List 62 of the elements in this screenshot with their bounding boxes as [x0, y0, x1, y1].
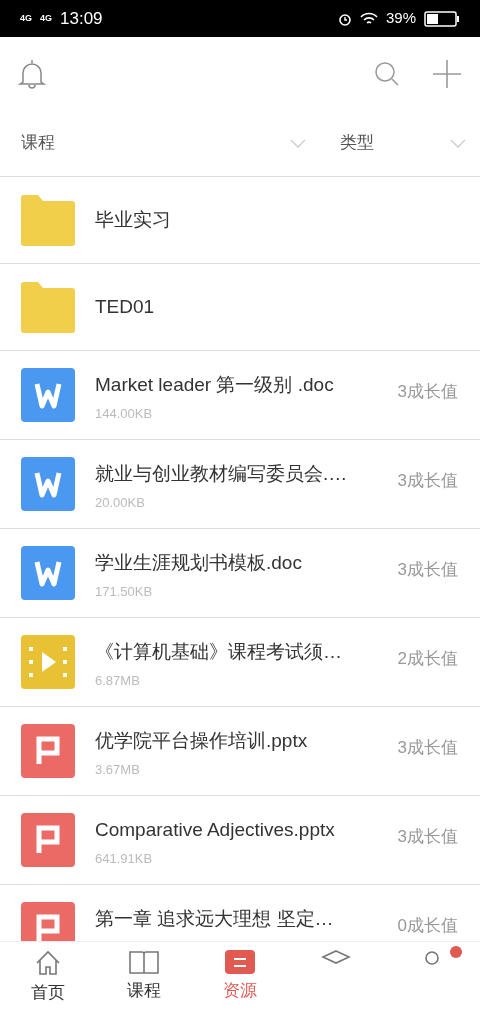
- file-name: 学业生涯规划书模板.doc: [95, 551, 303, 575]
- home-icon: [34, 950, 62, 976]
- file-size: 641.91KB: [95, 849, 154, 868]
- search-icon: [374, 60, 400, 87]
- file-row[interactable]: 《计算机基础》课程考试须… 6.87MB 2成长值: [0, 618, 480, 707]
- drawer-icon: [225, 950, 255, 974]
- search-button[interactable]: [374, 60, 400, 87]
- presentation-file-icon: [21, 813, 75, 867]
- layers-icon: [321, 950, 351, 966]
- growth-points: 2成长值: [397, 648, 458, 670]
- growth-points: 0成长值: [397, 915, 458, 937]
- plus-icon: [432, 58, 462, 89]
- growth-points: 3成长值: [397, 737, 458, 759]
- word-document-icon: [21, 368, 75, 422]
- presentation-file-icon: [21, 724, 75, 778]
- growth-points: 3成长值: [397, 826, 458, 848]
- add-button[interactable]: [432, 58, 462, 89]
- chevron-down-icon: [290, 138, 306, 148]
- word-document-icon: [21, 457, 75, 511]
- folder-icon: [21, 281, 75, 333]
- file-size: 144.00KB: [95, 404, 154, 423]
- signal-label: 4G: [40, 11, 53, 25]
- word-document-icon: [21, 546, 75, 600]
- file-name: 毕业实习: [95, 207, 172, 232]
- chevron-down-icon: [450, 138, 466, 148]
- nav-tab[interactable]: 首页: [0, 942, 96, 1013]
- bell-icon: [18, 58, 46, 89]
- filter-dropdown[interactable]: 类型: [320, 110, 480, 176]
- notifications-button[interactable]: [18, 58, 46, 89]
- filter-dropdown[interactable]: 课程: [0, 110, 320, 176]
- file-name: 就业与创业教材编写委员会.…: [95, 462, 349, 486]
- file-size: 20.00KB: [95, 493, 146, 512]
- wifi-icon: [359, 11, 378, 26]
- folder-icon: [21, 194, 75, 246]
- file-row[interactable]: 学业生涯规划书模板.doc 171.50KB 3成长值: [0, 529, 480, 618]
- nav-tab[interactable]: 资源: [192, 942, 288, 1013]
- file-name: Market leader 第一级别 .doc: [95, 373, 335, 397]
- growth-points: 3成长值: [397, 559, 458, 581]
- battery-icon: [424, 10, 460, 27]
- file-row[interactable]: Comparative Adjectives.pptx 641.91KB 3成长值: [0, 796, 480, 885]
- clock-time: 13:09: [60, 7, 103, 30]
- signal-label: 4G: [20, 11, 32, 25]
- file-name: TED01: [95, 294, 156, 319]
- file-name: Comparative Adjectives.pptx: [95, 818, 336, 842]
- book-icon: [129, 950, 159, 974]
- growth-points: 3成长值: [397, 381, 458, 403]
- file-size: 171.50KB: [95, 582, 154, 601]
- file-row[interactable]: 优学院平台操作培训.pptx 3.67MB 3成长值: [0, 707, 480, 796]
- nav-tab[interactable]: 课程: [96, 942, 192, 1013]
- file-size: 3.67MB: [95, 760, 141, 779]
- video-file-icon: [21, 635, 75, 689]
- file-size: 6.87MB: [95, 671, 141, 690]
- file-name: 优学院平台操作培训.pptx: [95, 729, 309, 753]
- file-name: 《计算机基础》课程考试须…: [95, 640, 343, 664]
- file-row[interactable]: TED01: [0, 264, 480, 351]
- battery-percent: 39%: [385, 8, 416, 29]
- file-row[interactable]: Market leader 第一级别 .doc 144.00KB 3成长值: [0, 351, 480, 440]
- file-row[interactable]: 毕业实习: [0, 177, 480, 264]
- file-name: 第一章 追求远大理想 坚定…: [95, 907, 335, 931]
- file-row[interactable]: 就业与创业教材编写委员会.… 20.00KB 3成长值: [0, 440, 480, 529]
- growth-points: 3成长值: [397, 470, 458, 492]
- alarm-icon: [337, 11, 352, 26]
